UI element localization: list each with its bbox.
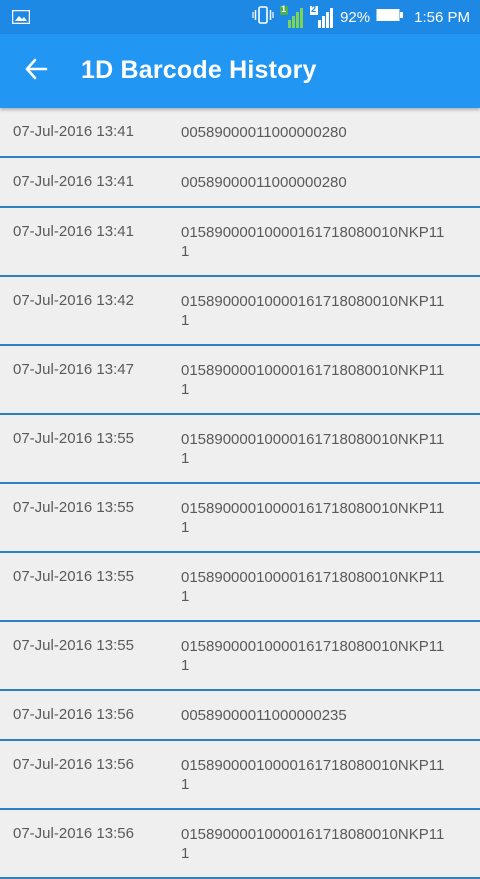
status-icons: 1 2 92% 1:56 PM xyxy=(252,0,470,34)
status-bar: 1 2 92% 1:56 PM xyxy=(0,0,480,34)
history-code: 01589000010000161718080010NKP11 1 xyxy=(181,362,445,398)
sim1-label: 1 xyxy=(281,4,287,14)
history-date: 07-Jul-2016 13:56 xyxy=(13,706,134,723)
history-row[interactable]: 07-Jul-2016 13:55 01589000010000161718080… xyxy=(0,553,480,622)
history-row[interactable]: 07-Jul-2016 13:55 01589000010000161718080… xyxy=(0,415,480,484)
history-date: 07-Jul-2016 13:55 xyxy=(13,430,134,447)
history-list: 07-Jul-2016 13:41 00589000011000000280 07-… xyxy=(0,108,480,879)
history-code: 01589000010000161718080010NKP11 1 xyxy=(181,500,445,536)
history-date: 07-Jul-2016 13:56 xyxy=(13,756,134,773)
history-row[interactable]: 07-Jul-2016 13:56 01589000010000161718080… xyxy=(0,741,480,810)
history-row[interactable]: 07-Jul-2016 13:42 01589000010000161718080… xyxy=(0,277,480,346)
history-row[interactable]: 07-Jul-2016 13:55 01589000010000161718080… xyxy=(0,484,480,553)
history-code: 01589000010000161718080010NKP11 1 xyxy=(181,431,445,467)
history-code: 01589000010000161718080010NKP11 1 xyxy=(181,224,445,260)
history-code: 01589000010000161718080010NKP11 1 xyxy=(181,826,445,862)
history-code: 01589000010000161718080010NKP11 1 xyxy=(181,757,445,793)
history-date: 07-Jul-2016 13:41 xyxy=(13,123,134,140)
history-date: 07-Jul-2016 13:55 xyxy=(13,499,134,516)
history-code: 01589000010000161718080010NKP11 1 xyxy=(181,638,445,674)
history-date: 07-Jul-2016 13:41 xyxy=(13,173,134,190)
battery-icon xyxy=(376,8,404,26)
history-date: 07-Jul-2016 13:55 xyxy=(13,637,134,654)
history-code: 00589000011000000280 xyxy=(181,174,347,191)
sim1-signal-icon: 1 xyxy=(280,4,304,28)
history-row[interactable]: 07-Jul-2016 13:56 00589000011000000235 xyxy=(0,691,480,741)
history-code: 00589000011000000280 xyxy=(181,124,347,141)
page-title: 1D Barcode History xyxy=(81,56,317,84)
history-code: 00589000011000000235 xyxy=(181,707,347,724)
history-date: 07-Jul-2016 13:41 xyxy=(13,223,134,240)
history-code: 01589000010000161718080010NKP11 1 xyxy=(181,293,445,329)
battery-percent: 92% xyxy=(340,8,371,26)
history-date: 07-Jul-2016 13:42 xyxy=(13,292,134,309)
gallery-notification-icon xyxy=(11,9,31,25)
arrow-back-icon xyxy=(24,57,48,86)
history-row[interactable]: 07-Jul-2016 13:55 01589000010000161718080… xyxy=(0,622,480,691)
clock: 1:56 PM xyxy=(414,8,470,26)
history-date: 07-Jul-2016 13:55 xyxy=(13,568,134,585)
app-bar: 1D Barcode History xyxy=(0,34,480,108)
vibrate-icon xyxy=(252,5,274,29)
history-date: 07-Jul-2016 13:56 xyxy=(13,825,134,842)
history-row[interactable]: 07-Jul-2016 13:41 00589000011000000280 xyxy=(0,158,480,208)
history-row[interactable]: 07-Jul-2016 13:41 01589000010000161718080… xyxy=(0,208,480,277)
history-row[interactable]: 07-Jul-2016 13:41 00589000011000000280 xyxy=(0,108,480,158)
sim2-label: 2 xyxy=(311,4,317,14)
back-button[interactable] xyxy=(18,53,54,89)
history-date: 07-Jul-2016 13:47 xyxy=(13,361,134,378)
history-row[interactable]: 07-Jul-2016 13:47 01589000010000161718080… xyxy=(0,346,480,415)
history-row[interactable]: 07-Jul-2016 13:56 01589000010000161718080… xyxy=(0,810,480,879)
sim2-signal-icon: 2 xyxy=(310,4,334,28)
history-code: 01589000010000161718080010NKP11 1 xyxy=(181,569,445,605)
